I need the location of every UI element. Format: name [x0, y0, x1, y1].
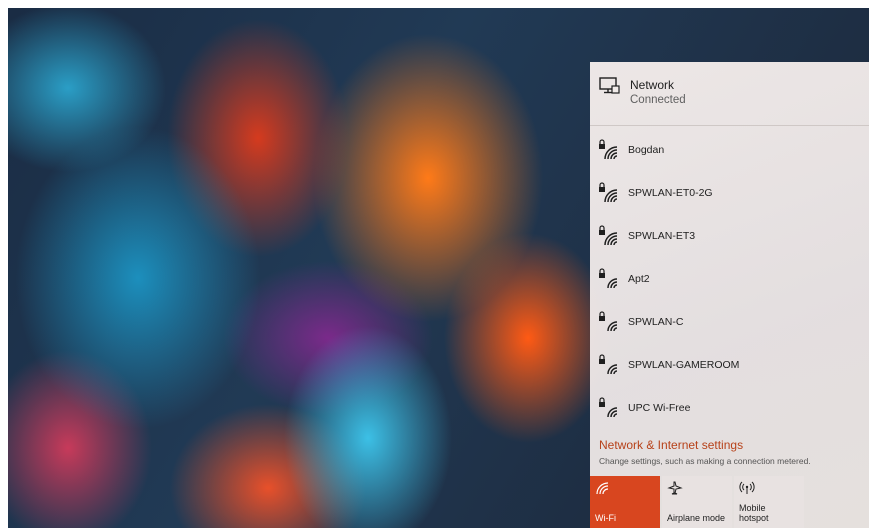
- airplane-mode-label: Airplane mode: [667, 513, 726, 523]
- wifi-network-name: SPWLAN-C: [628, 316, 684, 328]
- current-network-name: Network: [630, 78, 675, 92]
- current-network-status: Connected: [630, 94, 686, 106]
- wifi-network-item[interactable]: SPWLAN-ET0-2G: [590, 173, 869, 213]
- wifi-network-name: SPWLAN-GAMEROOM: [628, 359, 740, 371]
- airplane-icon: [667, 481, 683, 495]
- mobile-hotspot-label-line1: Mobile: [739, 503, 766, 513]
- quick-actions: Wi-Fi Airplane mode Mobile hotspot: [590, 476, 869, 528]
- secured-wifi-icon: [599, 397, 618, 418]
- settings-description: Change settings, such as making a connec…: [599, 456, 811, 466]
- network-flyout: Network Connected Bogdan SPWLAN-ET0-2G S…: [590, 62, 869, 528]
- wifi-network-name: SPWLAN-ET3: [628, 230, 696, 242]
- wifi-network-name: Apt2: [628, 273, 650, 285]
- wifi-network-item[interactable]: UPC Wi-Free: [590, 388, 869, 428]
- wifi-toggle-label: Wi-Fi: [595, 513, 616, 523]
- wifi-network-item[interactable]: Apt2: [590, 259, 869, 299]
- wifi-network-name: UPC Wi-Free: [628, 402, 691, 414]
- mobile-hotspot-button[interactable]: Mobile hotspot: [734, 476, 804, 528]
- wifi-network-item[interactable]: SPWLAN-ET3: [590, 216, 869, 256]
- secured-wifi-icon: [599, 182, 618, 203]
- wifi-network-item[interactable]: SPWLAN-C: [590, 302, 869, 342]
- wifi-network-item[interactable]: Bogdan: [590, 130, 869, 170]
- divider: [590, 125, 869, 126]
- wifi-network-item[interactable]: SPWLAN-GAMEROOM: [590, 345, 869, 385]
- wifi-icon: [596, 482, 609, 495]
- mobile-hotspot-label: Mobile hotspot: [739, 503, 769, 523]
- network-internet-settings-link[interactable]: Network & Internet settings: [599, 438, 743, 452]
- secured-wifi-icon: [599, 311, 618, 332]
- hotspot-icon: [739, 481, 755, 494]
- secured-wifi-icon: [599, 354, 618, 375]
- wifi-network-name: SPWLAN-ET0-2G: [628, 187, 713, 199]
- wifi-network-name: Bogdan: [628, 144, 665, 156]
- secured-wifi-icon: [599, 268, 618, 289]
- current-network[interactable]: Network Connected: [590, 62, 869, 124]
- secured-wifi-icon: [599, 139, 618, 160]
- airplane-mode-button[interactable]: Airplane mode: [662, 476, 732, 528]
- wired-monitor-icon: [599, 77, 620, 94]
- mobile-hotspot-label-line2: hotspot: [739, 513, 769, 523]
- secured-wifi-icon: [599, 225, 618, 246]
- wifi-toggle-button[interactable]: Wi-Fi: [590, 476, 660, 528]
